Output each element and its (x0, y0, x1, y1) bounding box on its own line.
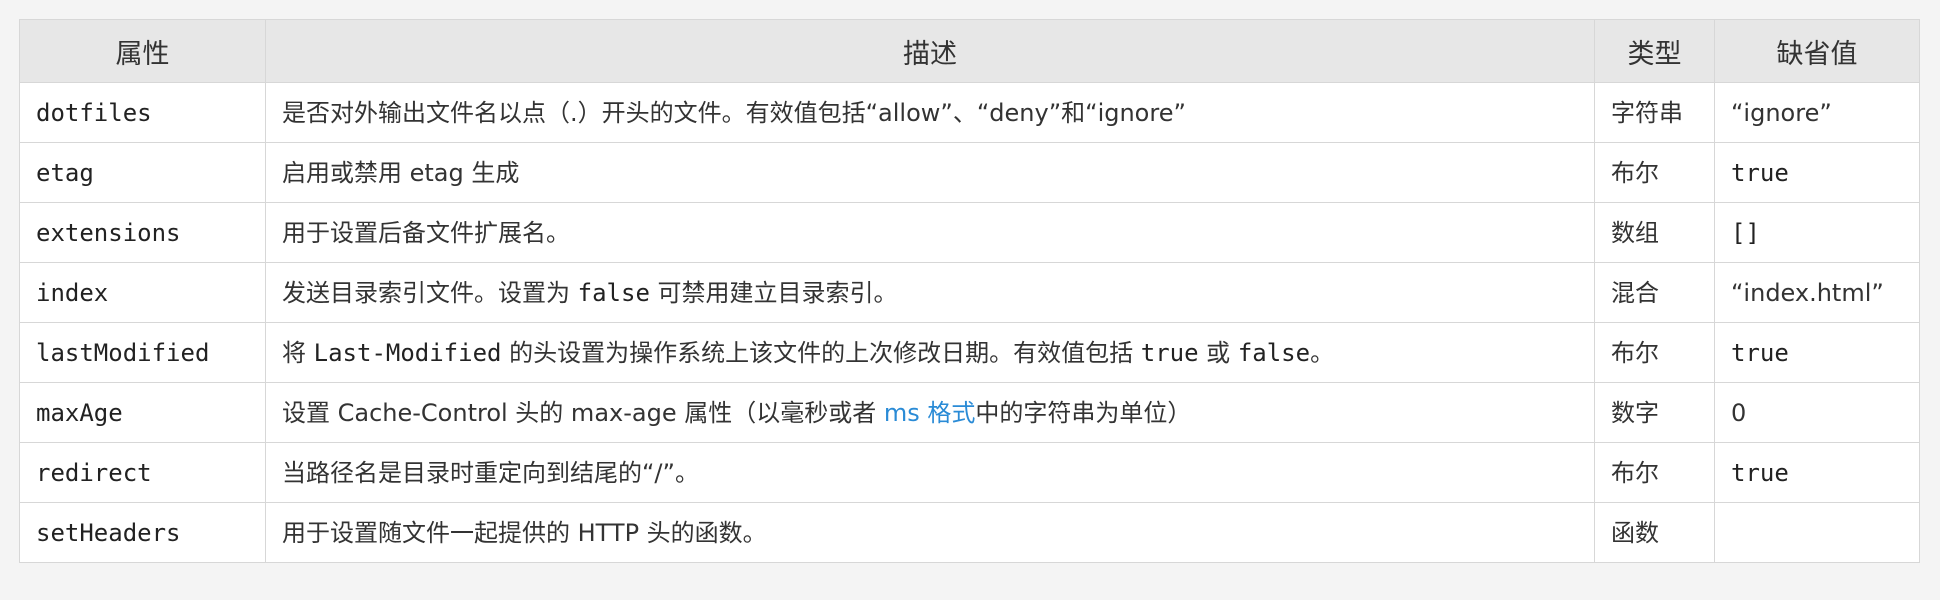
property-name: extensions (19, 202, 266, 263)
property-description: 将 Last-Modified 的头设置为操作系统上该文件的上次修改日期。有效值… (265, 322, 1595, 383)
description-code: true (1140, 338, 1199, 367)
table-row: extensions 用于设置后备文件扩展名。 数组[] (19, 202, 1920, 263)
description-text: 可禁用建立目录索引。 (649, 278, 898, 307)
header-row: 属性 描述 类型 缺省值 (19, 19, 1920, 83)
table-header: 属性 描述 类型 缺省值 (19, 19, 1920, 83)
table-row: dotfiles 是否对外输出文件名以点（.）开头的文件。有效值包括“allow”… (19, 82, 1920, 143)
table-body: dotfiles 是否对外输出文件名以点（.）开头的文件。有效值包括“allow”… (19, 82, 1920, 563)
property-default: true (1714, 442, 1920, 503)
description-link[interactable]: ms 格式 (884, 399, 976, 427)
header-default: 缺省值 (1714, 19, 1920, 83)
property-description: 发送目录索引文件。设置为 false 可禁用建立目录索引。 (265, 262, 1595, 323)
table-row: index 发送目录索引文件。设置为 false 可禁用建立目录索引。 混合 “ind… (19, 262, 1920, 323)
property-type: 函数 (1594, 502, 1715, 563)
property-default: 0 (1714, 382, 1920, 443)
property-type: 数字 (1594, 382, 1715, 443)
description-text: 设置 Cache-Control 头的 max-age 属性（以毫秒或者 (282, 398, 884, 427)
description-code: Last-Modified (313, 338, 502, 367)
description-text: 是否对外输出文件名以点（.）开头的文件。有效值包括“allow”、“deny”和… (282, 98, 1186, 127)
table-row: etag 启用或禁用 etag 生成 布尔 true (19, 142, 1920, 203)
table-row: maxAge 设置 Cache-Control 头的 max-age 属性（以毫秒… (19, 382, 1920, 443)
property-name: setHeaders (19, 502, 266, 563)
description-text: 或 (1198, 338, 1238, 367)
description-text: 当路径名是目录时重定向到结尾的“/”。 (282, 458, 699, 487)
table-row: redirect 当路径名是目录时重定向到结尾的“/”。 布尔 true (19, 442, 1920, 503)
property-name: lastModified (19, 322, 266, 383)
property-type: 混合 (1594, 262, 1715, 323)
property-type: 布尔 (1594, 322, 1715, 383)
description-text: 用于设置后备文件扩展名。 (282, 218, 570, 247)
property-description: 启用或禁用 etag 生成 (265, 142, 1595, 203)
property-name: dotfiles (19, 82, 266, 143)
table-row: setHeaders 用于设置随文件一起提供的 HTTP 头的函数。 函数 (19, 502, 1920, 563)
property-default: “ignore” (1714, 82, 1920, 143)
header-description: 描述 (265, 19, 1595, 83)
description-text: 。 (1310, 338, 1335, 367)
description-text: 发送目录索引文件。设置为 (282, 278, 578, 307)
description-text: 启用或禁用 etag 生成 (282, 158, 520, 187)
property-type: 数组 (1594, 202, 1715, 263)
property-default: “index.html” (1714, 262, 1920, 323)
header-type: 类型 (1594, 19, 1715, 83)
description-text: 中的字符串为单位） (975, 398, 1192, 427)
property-name: redirect (19, 442, 266, 503)
property-default: true (1714, 322, 1920, 383)
description-code: false (577, 278, 650, 307)
property-description: 当路径名是目录时重定向到结尾的“/”。 (265, 442, 1595, 503)
property-type: 布尔 (1594, 442, 1715, 503)
description-text: 的头设置为操作系统上该文件的上次修改日期。有效值包括 (501, 338, 1141, 367)
table-row: lastModified 将 Last-Modified 的头设置为操作系统上该文… (19, 322, 1920, 383)
property-description: 用于设置随文件一起提供的 HTTP 头的函数。 (265, 502, 1595, 563)
property-type: 字符串 (1594, 82, 1715, 143)
options-table: 属性 描述 类型 缺省值 dotfiles 是否对外输出文件名以点（.）开头的文件… (19, 19, 1920, 563)
description-text: 将 (282, 338, 314, 367)
property-type: 布尔 (1594, 142, 1715, 203)
description-text: 用于设置随文件一起提供的 HTTP 头的函数。 (282, 518, 767, 547)
property-default: [] (1714, 202, 1920, 263)
property-name: index (19, 262, 266, 323)
property-name: etag (19, 142, 266, 203)
property-default (1714, 502, 1920, 563)
property-description: 设置 Cache-Control 头的 max-age 属性（以毫秒或者 ms … (265, 382, 1595, 443)
property-name: maxAge (19, 382, 266, 443)
property-default: true (1714, 142, 1920, 203)
description-code: false (1237, 338, 1311, 367)
property-description: 用于设置后备文件扩展名。 (265, 202, 1595, 263)
header-property: 属性 (19, 19, 266, 83)
property-description: 是否对外输出文件名以点（.）开头的文件。有效值包括“allow”、“deny”和… (265, 82, 1595, 143)
